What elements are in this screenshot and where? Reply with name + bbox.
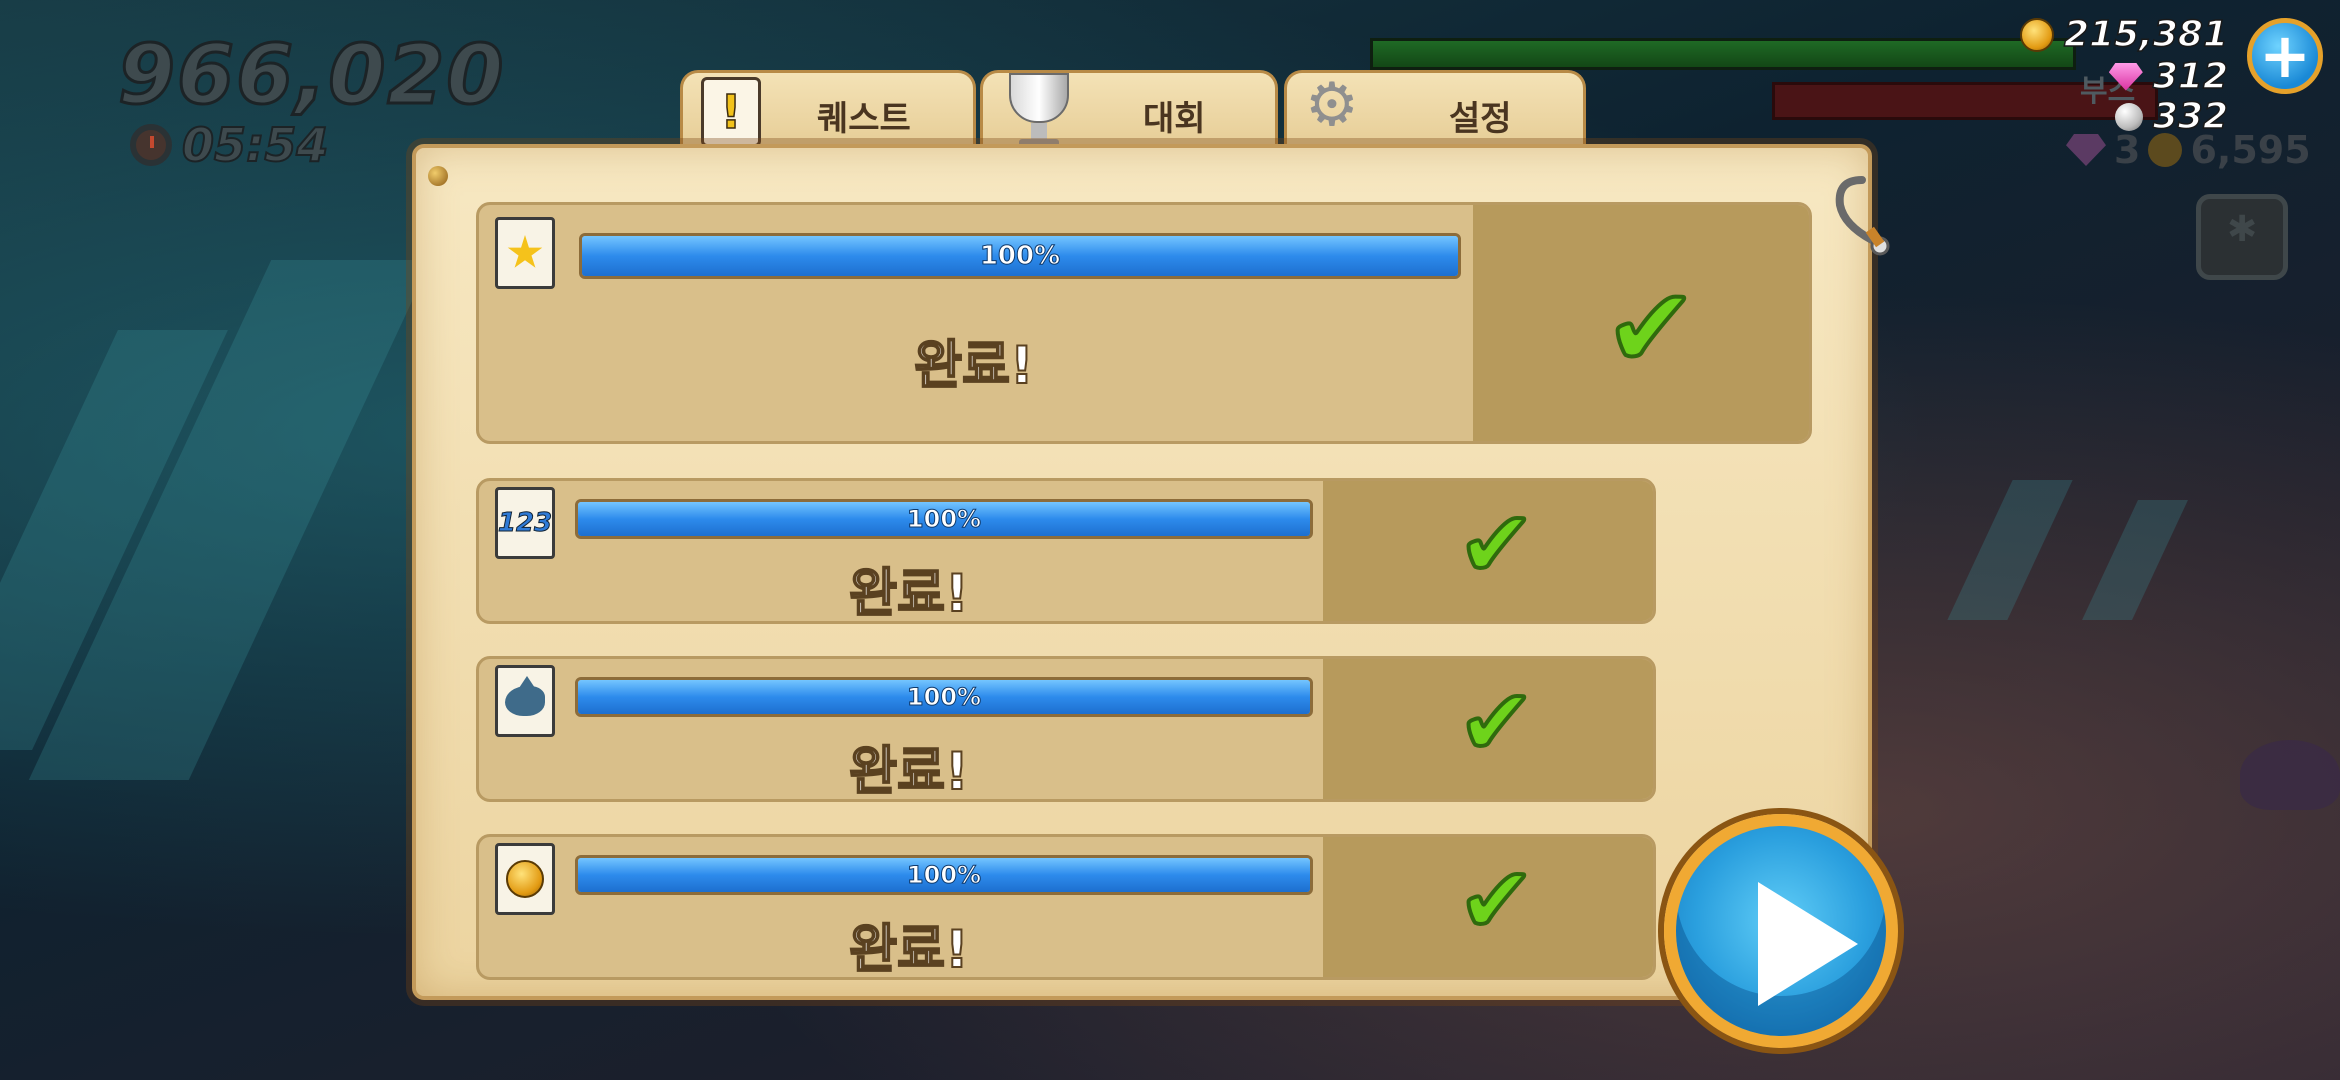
gear-icon: ⚙ <box>1305 70 1359 140</box>
number-quest-text: 123 <box>497 508 553 539</box>
trophy-icon <box>1003 73 1075 149</box>
timer-text: 05:54 <box>181 117 329 173</box>
quest-progress-bar: 100% <box>575 855 1313 895</box>
progress-label: 100% <box>906 861 982 890</box>
pearls-counter: 332 <box>2114 95 2229 138</box>
tab-label: 퀘스트 <box>817 99 911 139</box>
quest-row: ✔ 123 100% 완료! <box>476 478 1656 624</box>
gems-counter: 312 <box>2108 55 2229 98</box>
quest-icon: ! <box>701 77 761 147</box>
quest-progress-bar: 100% <box>579 233 1461 279</box>
score-display: 966,020 <box>116 27 506 125</box>
quest-progress-bar: 100% <box>575 677 1313 717</box>
checkmark-icon: ✔ <box>1603 264 1699 392</box>
coins-quest-icon <box>495 843 555 915</box>
tab-label: 대회 <box>1143 99 1206 139</box>
checkmark-icon: ✔ <box>1456 491 1537 598</box>
treasure-map-icon[interactable] <box>2196 194 2288 280</box>
pin-icon <box>428 166 448 186</box>
quest-status: 완료! <box>848 741 969 802</box>
gems-value: 312 <box>2152 55 2229 98</box>
add-currency-button[interactable]: + <box>2247 18 2323 94</box>
pearls-value: 332 <box>2152 95 2229 138</box>
gem-icon <box>2066 134 2106 166</box>
stopwatch-icon <box>130 124 172 166</box>
coins-counter: 215,381 <box>2020 13 2229 56</box>
coin-icon <box>2148 133 2183 167</box>
progress-label: 100% <box>906 683 982 712</box>
number-quest-icon: 123 <box>495 487 555 559</box>
coin-icon <box>2020 17 2055 52</box>
quest-row: ✔ 100% 완료! <box>476 656 1656 802</box>
quest-row: ✔ 100% 완료! <box>476 834 1656 980</box>
tab-settings[interactable]: ⚙ 설정 <box>1284 70 1586 148</box>
tab-label: 설정 <box>1449 99 1512 139</box>
background-crystal <box>1947 480 2073 620</box>
progress-label: 100% <box>906 505 982 534</box>
quest-status: 완료! <box>848 919 969 980</box>
quest-row: ✔ 100% 완료! <box>476 202 1812 444</box>
quest-progress-bar: 100% <box>575 499 1313 539</box>
background-crystal <box>2082 500 2188 620</box>
shark-quest-icon <box>495 665 555 737</box>
play-button[interactable] <box>1664 814 1898 1048</box>
checkmark-icon: ✔ <box>1456 669 1537 776</box>
progress-label: 100% <box>979 241 1061 272</box>
health-bar <box>1370 38 2076 70</box>
coins-value: 215,381 <box>2063 13 2228 56</box>
play-arrow-icon <box>1758 882 1858 1006</box>
quest-panel: ✔ 100% 완료! ✔ 123 100% 완료! ✔ 100% 완료! ✔ 1… <box>412 144 1890 1000</box>
tab-competition[interactable]: 대회 <box>980 70 1278 149</box>
timer: 05:54 <box>130 117 329 173</box>
quest-status: 완료! <box>913 335 1034 397</box>
quest-status: 완료! <box>848 563 969 624</box>
tab-quests[interactable]: ! 퀘스트 <box>680 70 976 148</box>
octopus-creature <box>2240 740 2340 810</box>
hook-icon <box>1835 176 1890 256</box>
checkmark-icon: ✔ <box>1456 847 1537 954</box>
star-quest-icon <box>495 217 555 289</box>
pearl-icon <box>2114 102 2143 131</box>
gem-icon <box>2108 62 2143 91</box>
